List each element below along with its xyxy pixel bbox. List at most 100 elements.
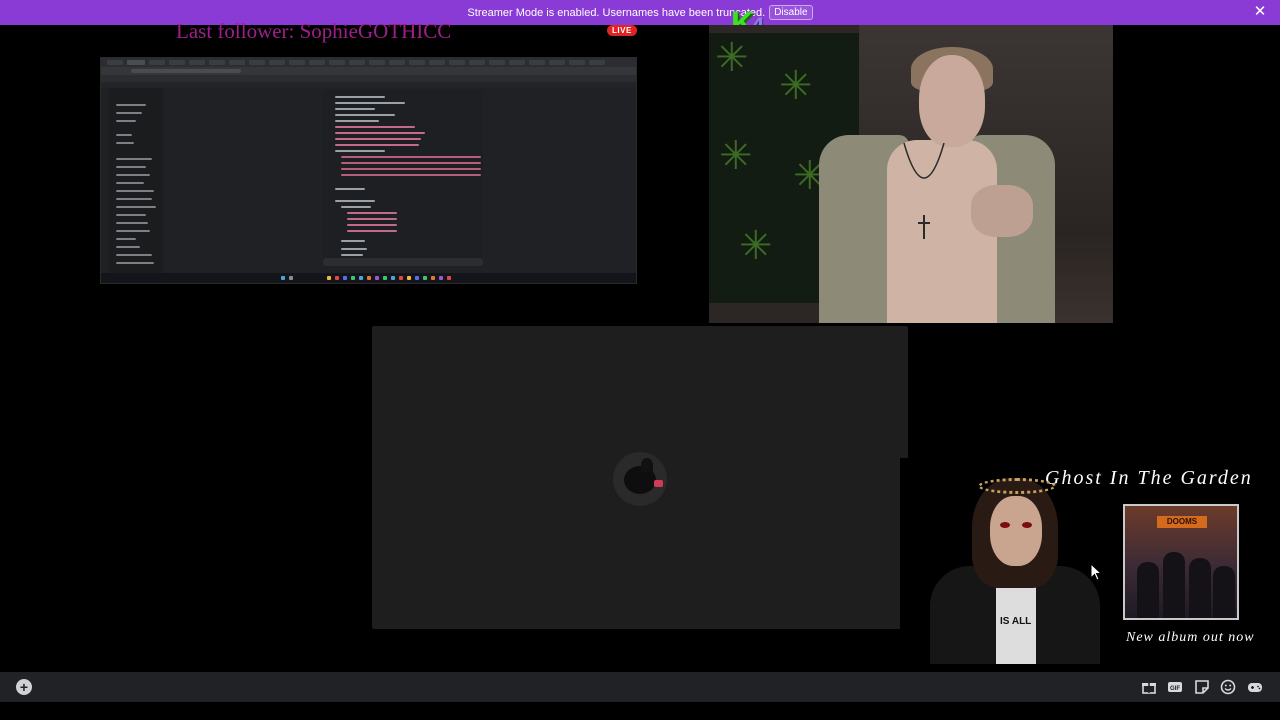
artist-portrait: IS ALL <box>930 466 1100 664</box>
shared-sidebar-item <box>116 134 132 136</box>
shared-tab <box>229 60 245 65</box>
webcam-tile[interactable]: ✳ ✳ ✳ ✳ ✳ <box>709 25 1113 323</box>
taskbar-icon <box>383 276 387 280</box>
cover-figure <box>1163 552 1185 618</box>
shared-sidebar-item <box>116 104 146 106</box>
shared-tab <box>429 60 445 65</box>
code-line <box>347 218 397 220</box>
artist-eye <box>1022 522 1032 528</box>
shared-tab <box>149 60 165 65</box>
shared-tab <box>569 60 585 65</box>
screen-share-tile[interactable] <box>100 57 637 284</box>
shared-sidebar-item <box>116 246 140 248</box>
shared-sidebar-item <box>116 174 150 176</box>
emoji-icon[interactable] <box>1220 679 1236 695</box>
gif-icon[interactable]: GIF <box>1167 679 1183 695</box>
taskbar-icon <box>289 276 293 280</box>
code-line <box>341 168 481 170</box>
code-line <box>341 156 481 158</box>
gift-icon[interactable] <box>1141 679 1157 695</box>
code-line <box>341 248 367 250</box>
taskbar-icon <box>335 276 339 280</box>
call-control-bar: + GIF <box>0 672 1280 702</box>
taskbar-icon <box>343 276 347 280</box>
taskbar-icon <box>359 276 363 280</box>
sticker-icon[interactable] <box>1194 679 1210 695</box>
code-line <box>335 114 395 116</box>
shared-tab <box>549 60 565 65</box>
necklace-icon <box>903 143 945 239</box>
crown-of-thorns-icon <box>978 478 1056 494</box>
taskbar-icon <box>281 276 285 280</box>
shared-tab <box>189 60 205 65</box>
shared-tab <box>489 60 505 65</box>
shared-sidebar-item <box>116 214 146 216</box>
shared-sidebar-item <box>116 166 146 168</box>
code-line <box>341 240 365 242</box>
shared-tab <box>289 60 305 65</box>
leaf-icon: ✳ <box>719 134 753 178</box>
live-badge: LIVE <box>607 25 637 36</box>
shared-tab <box>329 60 345 65</box>
mouse-cursor-icon <box>1090 563 1102 581</box>
code-line <box>341 254 363 256</box>
code-line <box>335 96 385 98</box>
shared-tab <box>589 60 605 65</box>
shared-browser-tabbar <box>101 58 636 67</box>
leaf-icon: ✳ <box>779 64 813 108</box>
code-line <box>335 120 379 122</box>
activity-icon[interactable] <box>1247 679 1263 695</box>
taskbar-icon <box>439 276 443 280</box>
shared-tab <box>107 60 123 65</box>
code-line <box>341 162 481 164</box>
artist-eye <box>1000 522 1010 528</box>
taskbar-icon <box>375 276 379 280</box>
shared-notice-bar <box>101 82 636 88</box>
code-line <box>335 138 421 140</box>
shared-bookmarks-bar <box>101 75 636 82</box>
taskbar-icon <box>415 276 419 280</box>
cover-figure <box>1137 562 1159 618</box>
shared-tab <box>269 60 285 65</box>
shared-tab <box>369 60 385 65</box>
shared-sidebar-item <box>116 222 148 224</box>
code-line <box>335 102 405 104</box>
avatar <box>613 452 667 506</box>
add-icon[interactable]: + <box>16 679 32 695</box>
voice-participant-tile[interactable] <box>372 326 908 629</box>
banner-message: Streamer Mode is enabled. Usernames have… <box>467 6 766 19</box>
shared-tab <box>529 60 545 65</box>
artist-face <box>990 496 1042 566</box>
shared-chat-sidebar <box>109 88 163 273</box>
shared-sidebar-item <box>116 254 152 256</box>
shared-tab <box>409 60 425 65</box>
shared-sidebar-item <box>116 120 136 122</box>
code-line <box>335 132 425 134</box>
leaf-icon: ✳ <box>715 36 749 80</box>
shared-sidebar-item <box>116 262 154 264</box>
close-icon[interactable]: ✕ <box>1252 4 1268 20</box>
shared-sidebar-item <box>116 206 156 208</box>
shared-code-panel <box>323 90 483 262</box>
taskbar-icon <box>391 276 395 280</box>
code-line <box>335 200 375 202</box>
shared-tab <box>169 60 185 65</box>
shared-sidebar-item <box>116 182 144 184</box>
taskbar-icon <box>399 276 403 280</box>
avatar-cat-ear <box>641 458 653 472</box>
shared-tab <box>449 60 465 65</box>
person-hand <box>971 185 1033 237</box>
shared-sidebar-item <box>116 238 136 240</box>
taskbar-icon <box>351 276 355 280</box>
code-line <box>341 174 481 176</box>
shared-tab <box>249 60 265 65</box>
person-head <box>919 55 985 147</box>
album-cover-logo: DOOMS <box>1157 516 1207 528</box>
shared-sidebar-item <box>116 158 152 160</box>
cover-figure <box>1213 566 1235 618</box>
taskbar-icon <box>447 276 451 280</box>
shared-tab <box>509 60 525 65</box>
taskbar-icon <box>327 276 331 280</box>
shared-sidebar-item <box>116 230 150 232</box>
leaf-icon: ✳ <box>739 224 773 268</box>
